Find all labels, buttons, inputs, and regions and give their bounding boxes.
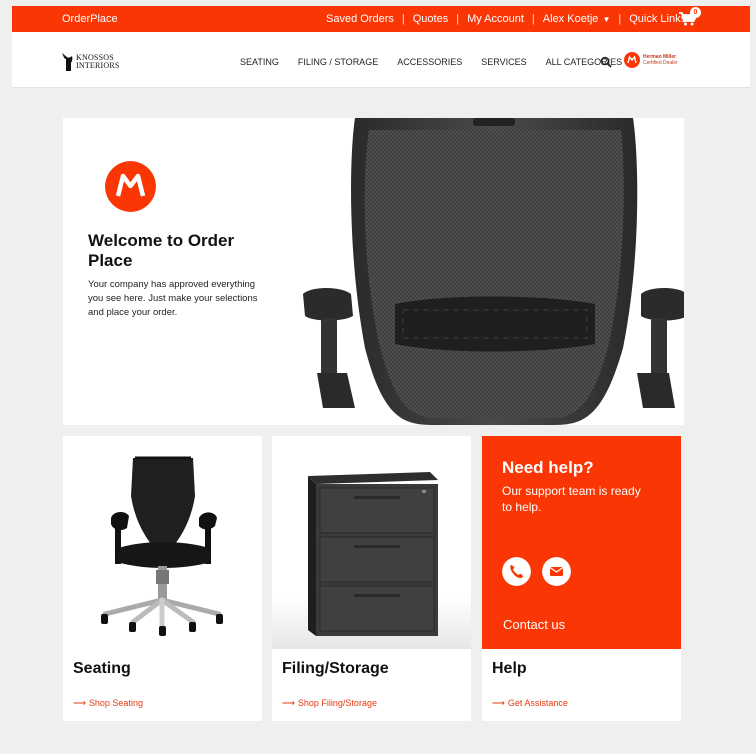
main-nav-bar: KNOSSOS INTERIORS SEATING FILING / STORA…: [12, 32, 750, 88]
user-menu[interactable]: Alex Koetje ▼: [543, 13, 611, 25]
nav-filing-storage[interactable]: FILING / STORAGE: [298, 57, 378, 67]
filing-cabinet-image: [272, 472, 471, 649]
email-icon[interactable]: [542, 557, 571, 586]
help-card[interactable]: Need help? Our support team is ready to …: [482, 436, 681, 721]
hero-title: Welcome to Order Place: [88, 231, 235, 270]
logo-line2: INTERIORS: [76, 61, 120, 70]
nav-services[interactable]: SERVICES: [481, 57, 526, 67]
saved-orders-link[interactable]: Saved Orders: [326, 13, 394, 25]
need-help-heading: Need help?: [502, 458, 594, 477]
herman-miller-logo-icon: [105, 161, 156, 212]
nav-all-categories[interactable]: ALL CATEGORIES▼: [546, 57, 631, 67]
seating-card[interactable]: Seating ⟶ Shop Seating: [63, 436, 262, 721]
help-subtext: Our support team is ready to help.: [502, 484, 641, 514]
seating-chair-image: [101, 456, 223, 636]
my-account-link[interactable]: My Account: [467, 13, 524, 25]
cart-count-badge: 0: [690, 7, 701, 18]
get-assistance-label: Get Assistance: [507, 698, 568, 708]
divider: |: [618, 13, 622, 25]
top-bar: OrderPlace Saved Orders | Quotes | My Ac…: [12, 6, 750, 32]
help-title: Help: [492, 660, 527, 677]
phone-icon[interactable]: [502, 557, 531, 586]
category-nav: SEATING FILING / STORAGE ACCESSORIES SER…: [240, 57, 650, 67]
seating-title: Seating: [73, 660, 131, 677]
filing-storage-card[interactable]: Filing/Storage ⟶ Shop Filing/Storage: [272, 436, 471, 721]
divider: |: [401, 13, 405, 25]
bull-logo-icon: [62, 53, 73, 71]
user-name: Alex Koetje: [542, 13, 599, 25]
search-icon[interactable]: [600, 56, 612, 68]
knossos-logo[interactable]: KNOSSOS INTERIORS: [60, 52, 120, 72]
dealer-line2: Certified Dealer: [643, 60, 678, 66]
filing-storage-title: Filing/Storage: [282, 660, 389, 677]
nav-accessories[interactable]: ACCESSORIES: [397, 57, 462, 67]
shop-filing-storage-link[interactable]: ⟶ Shop Filing/Storage: [282, 698, 377, 709]
divider: |: [531, 13, 535, 25]
contact-us-link[interactable]: Contact us: [503, 617, 565, 632]
herman-miller-logo-icon: [624, 52, 640, 68]
shop-seating-label: Shop Seating: [88, 698, 143, 708]
shop-seating-link[interactable]: ⟶ Shop Seating: [73, 698, 143, 709]
shop-filing-storage-label: Shop Filing/Storage: [297, 698, 377, 708]
cart-button[interactable]: 0: [678, 7, 701, 27]
chevron-down-icon: ▼: [602, 15, 611, 24]
top-links: Saved Orders | Quotes | My Account | Ale…: [326, 13, 698, 25]
divider: |: [456, 13, 460, 25]
orderplace-brand[interactable]: OrderPlace: [62, 13, 118, 25]
arrow-right-icon: ⟶: [73, 698, 86, 708]
office-chair-image: [303, 118, 684, 425]
arrow-right-icon: ⟶: [492, 698, 505, 708]
hero-description: Your company has approved everything you…: [88, 279, 258, 318]
nav-seating[interactable]: SEATING: [240, 57, 279, 67]
hero-banner: Welcome to Order Place Your company has …: [63, 118, 684, 425]
quotes-link[interactable]: Quotes: [413, 13, 448, 25]
herman-miller-dealer-badge: Herman Miller Certified Dealer: [624, 52, 678, 68]
get-assistance-link[interactable]: ⟶ Get Assistance: [492, 698, 568, 709]
arrow-right-icon: ⟶: [282, 698, 295, 708]
